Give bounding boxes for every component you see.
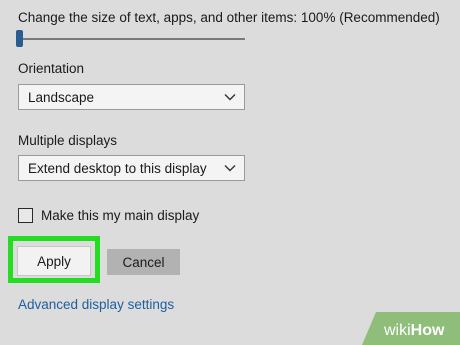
watermark-suffix: How bbox=[411, 322, 445, 339]
orientation-dropdown[interactable]: Landscape bbox=[18, 84, 245, 110]
wikihow-watermark: wikiHow bbox=[362, 312, 460, 345]
advanced-display-settings-link[interactable]: Advanced display settings bbox=[18, 297, 174, 312]
watermark-prefix: wiki bbox=[383, 322, 411, 339]
chevron-down-icon bbox=[224, 94, 236, 101]
main-display-checkbox[interactable] bbox=[18, 208, 33, 223]
multiple-displays-dropdown[interactable]: Extend desktop to this display bbox=[18, 155, 245, 181]
scale-slider-thumb[interactable] bbox=[16, 30, 23, 47]
orientation-value: Landscape bbox=[28, 89, 95, 105]
cancel-button[interactable]: Cancel bbox=[107, 249, 180, 275]
scale-slider-track[interactable] bbox=[18, 38, 245, 40]
chevron-down-icon bbox=[224, 165, 236, 172]
multiple-displays-value: Extend desktop to this display bbox=[28, 160, 207, 176]
scale-label: Change the size of text, apps, and other… bbox=[18, 10, 440, 25]
apply-button[interactable]: Apply bbox=[17, 246, 91, 276]
orientation-label: Orientation bbox=[18, 61, 85, 76]
svg-text:wikiHow: wikiHow bbox=[383, 322, 445, 339]
main-display-label: Make this my main display bbox=[41, 208, 200, 223]
multiple-displays-label: Multiple displays bbox=[18, 133, 118, 148]
